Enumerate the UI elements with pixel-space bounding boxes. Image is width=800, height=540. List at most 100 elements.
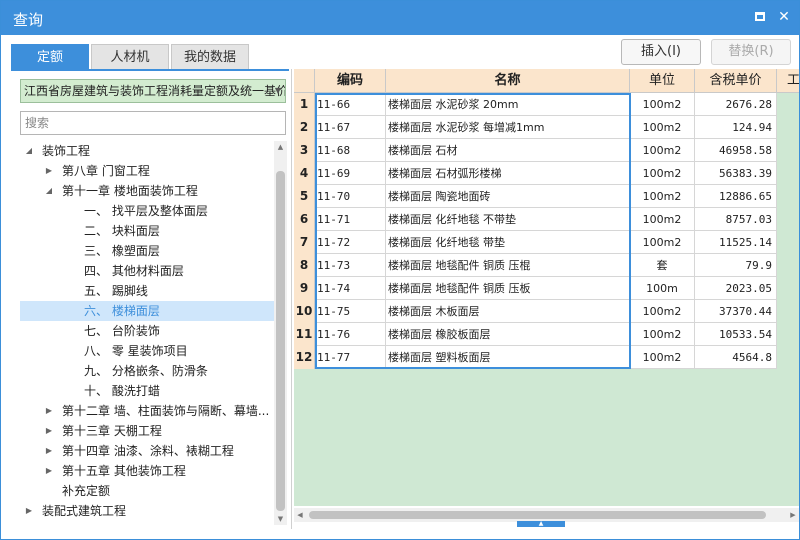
cell-price[interactable]: 46958.58	[695, 139, 777, 162]
tree-node[interactable]: 七、 台阶装饰	[20, 321, 274, 341]
scroll-down-icon[interactable]: ▼	[274, 513, 287, 525]
cell-unit[interactable]: 套	[630, 254, 695, 277]
row-number[interactable]: 6	[294, 208, 315, 231]
table-row[interactable]: 11 11-76 楼梯面层 橡胶板面层 100m2 10533.54	[294, 323, 777, 346]
cell-name[interactable]: 楼梯面层 化纤地毯 不带垫	[386, 208, 630, 231]
tree-node[interactable]: ▶ 第八章 门窗工程	[20, 161, 274, 181]
scroll-left-icon[interactable]: ◀	[294, 508, 306, 522]
col-header-price[interactable]: 含税单价	[695, 69, 777, 93]
row-number[interactable]: 10	[294, 300, 315, 323]
cell-code[interactable]: 11-68	[315, 139, 386, 162]
cell-name[interactable]: 楼梯面层 橡胶板面层	[386, 323, 630, 346]
cell-unit[interactable]: 100m2	[630, 116, 695, 139]
expand-arrow-icon[interactable]: ▶	[44, 161, 54, 181]
tree-node[interactable]: 九、 分格嵌条、防滑条	[20, 361, 274, 381]
expand-arrow-icon[interactable]: ▶	[44, 421, 54, 441]
cell-code[interactable]: 11-71	[315, 208, 386, 231]
grid-horizontal-scrollbar[interactable]: ◀ ▶	[294, 508, 799, 522]
cell-name[interactable]: 楼梯面层 石材弧形楼梯	[386, 162, 630, 185]
cell-name[interactable]: 楼梯面层 地毯配件 铜质 压棍	[386, 254, 630, 277]
insert-button[interactable]: 插入(I)	[621, 39, 701, 65]
tree-node[interactable]: 补充定额	[20, 481, 274, 501]
replace-button[interactable]: 替换(R)	[711, 39, 791, 65]
tree-node[interactable]: 八、 零 星装饰项目	[20, 341, 274, 361]
tree-node[interactable]: ▶ 第十四章 油漆、涂料、裱糊工程	[20, 441, 274, 461]
tab-my-data[interactable]: 我的数据	[171, 44, 249, 70]
tree-node[interactable]: ▶ 第十五章 其他装饰工程	[20, 461, 274, 481]
cell-price[interactable]: 2023.05	[695, 277, 777, 300]
table-row[interactable]: 7 11-72 楼梯面层 化纤地毯 带垫 100m2 11525.14	[294, 231, 777, 254]
cell-code[interactable]: 11-72	[315, 231, 386, 254]
collapse-arrow-icon[interactable]: ◢	[44, 181, 54, 201]
cell-unit[interactable]: 100m2	[630, 208, 695, 231]
cell-name[interactable]: 楼梯面层 地毯配件 铜质 压板	[386, 277, 630, 300]
table-row[interactable]: 2 11-67 楼梯面层 水泥砂浆 每增减1mm 100m2 124.94	[294, 116, 777, 139]
tree-node[interactable]: 四、 其他材料面层	[20, 261, 274, 281]
table-row[interactable]: 8 11-73 楼梯面层 地毯配件 铜质 压棍套 79.9	[294, 254, 777, 277]
cell-unit[interactable]: 100m2	[630, 93, 695, 116]
expand-arrow-icon[interactable]: ▶	[44, 401, 54, 421]
cell-price[interactable]: 2676.28	[695, 93, 777, 116]
cell-unit[interactable]: 100m2	[630, 139, 695, 162]
cell-unit[interactable]: 100m2	[630, 323, 695, 346]
tree-node[interactable]: 三、 橡塑面层	[20, 241, 274, 261]
panel-splitter[interactable]	[291, 69, 292, 529]
table-row[interactable]: 1 11-66 楼梯面层 水泥砂浆 20mm 100m2 2676.28	[294, 93, 777, 116]
cell-unit[interactable]: 100m2	[630, 162, 695, 185]
row-number[interactable]: 7	[294, 231, 315, 254]
col-header-name[interactable]: 名称	[386, 69, 630, 93]
cell-name[interactable]: 楼梯面层 水泥砂浆 每增减1mm	[386, 116, 630, 139]
title-bar[interactable]: 查询 ✕	[1, 1, 799, 35]
cell-code[interactable]: 11-77	[315, 346, 386, 369]
row-number[interactable]: 12	[294, 346, 315, 369]
row-number[interactable]: 5	[294, 185, 315, 208]
table-row[interactable]: 3 11-68 楼梯面层 石材 100m2 46958.58	[294, 139, 777, 162]
col-header-unit[interactable]: 单位	[630, 69, 695, 93]
cell-unit[interactable]: 100m2	[630, 185, 695, 208]
cell-code[interactable]: 11-67	[315, 116, 386, 139]
row-number[interactable]: 4	[294, 162, 315, 185]
tree-node[interactable]: 六、 楼梯面层	[20, 301, 274, 321]
cell-unit[interactable]: 100m	[630, 277, 695, 300]
col-header-labor[interactable]: 工	[777, 69, 799, 93]
tree-scroll-thumb[interactable]	[276, 171, 285, 511]
row-number[interactable]: 3	[294, 139, 315, 162]
cell-name[interactable]: 楼梯面层 塑料板面层	[386, 346, 630, 369]
cell-price[interactable]: 10533.54	[695, 323, 777, 346]
tree-node[interactable]: ▶ 装配式建筑工程	[20, 501, 274, 521]
cell-name[interactable]: 楼梯面层 陶瓷地面砖	[386, 185, 630, 208]
cell-price[interactable]: 37370.44	[695, 300, 777, 323]
tree-node[interactable]: 一、 找平层及整体面层	[20, 201, 274, 221]
tree-node[interactable]: ▶ 第十二章 墙、柱面装饰与隔断、幕墙...	[20, 401, 274, 421]
scroll-right-icon[interactable]: ▶	[787, 508, 799, 522]
tree-scrollbar[interactable]: ▲ ▼	[274, 141, 287, 525]
cell-price[interactable]: 8757.03	[695, 208, 777, 231]
cell-code[interactable]: 11-74	[315, 277, 386, 300]
maximize-icon[interactable]	[751, 8, 769, 26]
table-row[interactable]: 5 11-70 楼梯面层 陶瓷地面砖 100m2 12886.65	[294, 185, 777, 208]
close-icon[interactable]: ✕	[775, 8, 793, 26]
expand-arrow-icon[interactable]: ▶	[24, 501, 34, 521]
cell-name[interactable]: 楼梯面层 水泥砂浆 20mm	[386, 93, 630, 116]
scroll-up-icon[interactable]: ▲	[274, 141, 287, 153]
table-row[interactable]: 6 11-71 楼梯面层 化纤地毯 不带垫 100m2 8757.03	[294, 208, 777, 231]
library-select[interactable]: 江西省房屋建筑与装饰工程消耗量定额及统一基价表(2017) ▼	[20, 79, 286, 103]
expand-arrow-icon[interactable]: ▶	[44, 461, 54, 481]
cell-code[interactable]: 11-75	[315, 300, 386, 323]
table-row[interactable]: 10 11-75 楼梯面层 木板面层 100m2 37370.44	[294, 300, 777, 323]
search-input[interactable]	[20, 111, 286, 135]
grid-scroll-thumb[interactable]	[309, 511, 766, 519]
cell-name[interactable]: 楼梯面层 石材	[386, 139, 630, 162]
tree-node[interactable]: ◢ 第十一章 楼地面装饰工程	[20, 181, 274, 201]
row-number[interactable]: 8	[294, 254, 315, 277]
row-number[interactable]: 1	[294, 93, 315, 116]
cell-name[interactable]: 楼梯面层 化纤地毯 带垫	[386, 231, 630, 254]
cell-price[interactable]: 124.94	[695, 116, 777, 139]
cell-price[interactable]: 11525.14	[695, 231, 777, 254]
tab-quota[interactable]: 定额	[11, 44, 89, 70]
collapse-arrow-icon[interactable]: ◢	[24, 141, 34, 161]
collapse-grip-icon[interactable]: ▲	[517, 521, 565, 527]
col-header-code[interactable]: 编码	[315, 69, 386, 93]
cell-unit[interactable]: 100m2	[630, 300, 695, 323]
cell-name[interactable]: 楼梯面层 木板面层	[386, 300, 630, 323]
